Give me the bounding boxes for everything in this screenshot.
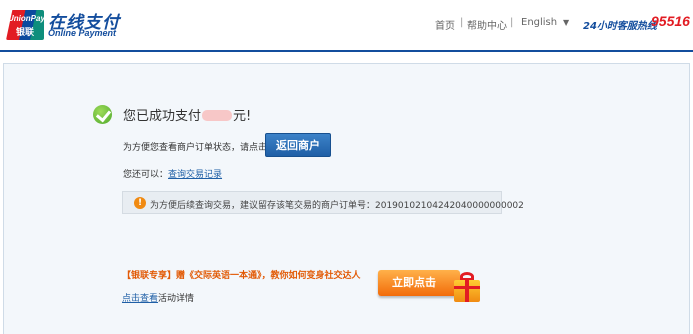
hotline-number: 95516 (651, 13, 690, 29)
return-merchant-button[interactable]: 返回商户 (265, 133, 331, 157)
detail-line: 点击查看活动详情 (122, 291, 194, 304)
click-now-button[interactable]: 立即点击 (378, 270, 460, 296)
notice-text: 为方便后续查询交易，建议留存该笔交易的商户订单号：201901021042420… (150, 201, 524, 211)
return-hint: 为方便您查看商户订单状态，请点击 (123, 143, 268, 153)
amount-redacted (202, 110, 233, 121)
nav-home-link[interactable]: 首页 (435, 17, 455, 32)
query-transactions-link[interactable]: 查询交易记录 (168, 170, 222, 180)
hotline-label: 24小时客服热线 (583, 21, 657, 32)
nav-help-link[interactable]: 帮助中心 (467, 17, 507, 32)
view-details-link[interactable]: 点击查看 (122, 294, 158, 304)
header-divider (0, 50, 693, 52)
also-label: 您还可以： (123, 170, 169, 180)
order-notice: ! 为方便后续查询交易，建议留存该笔交易的商户订单号：2019010210424… (122, 191, 524, 214)
language-select[interactable]: English (521, 17, 557, 28)
logo-subtitle: Online Payment (48, 28, 117, 38)
also-line: 您还可以：查询交易记录 (123, 167, 222, 180)
gift-icon[interactable] (454, 270, 482, 302)
nav-separator: | (510, 17, 514, 28)
chevron-down-icon[interactable]: ▼ (563, 18, 569, 27)
logo-badge-en: UnionPay (8, 14, 44, 23)
nav-separator: | (460, 17, 464, 28)
page-header: UnionPay 银联 在线支付 Online Payment 首页 | 帮助中… (0, 0, 693, 50)
success-suffix: 元! (233, 109, 252, 124)
success-message: 您已成功支付 元! (123, 105, 251, 124)
unionpay-logo[interactable]: UnionPay 银联 (6, 10, 44, 40)
logo-badge-cn: 银联 (16, 28, 35, 38)
promo-text: 【银联专享】赠《交际英语一本通》，教你如何变身社交达人 (122, 271, 361, 281)
success-prefix: 您已成功支付 (123, 109, 202, 124)
detail-suffix: 活动详情 (158, 294, 195, 304)
info-icon: ! (134, 197, 146, 209)
